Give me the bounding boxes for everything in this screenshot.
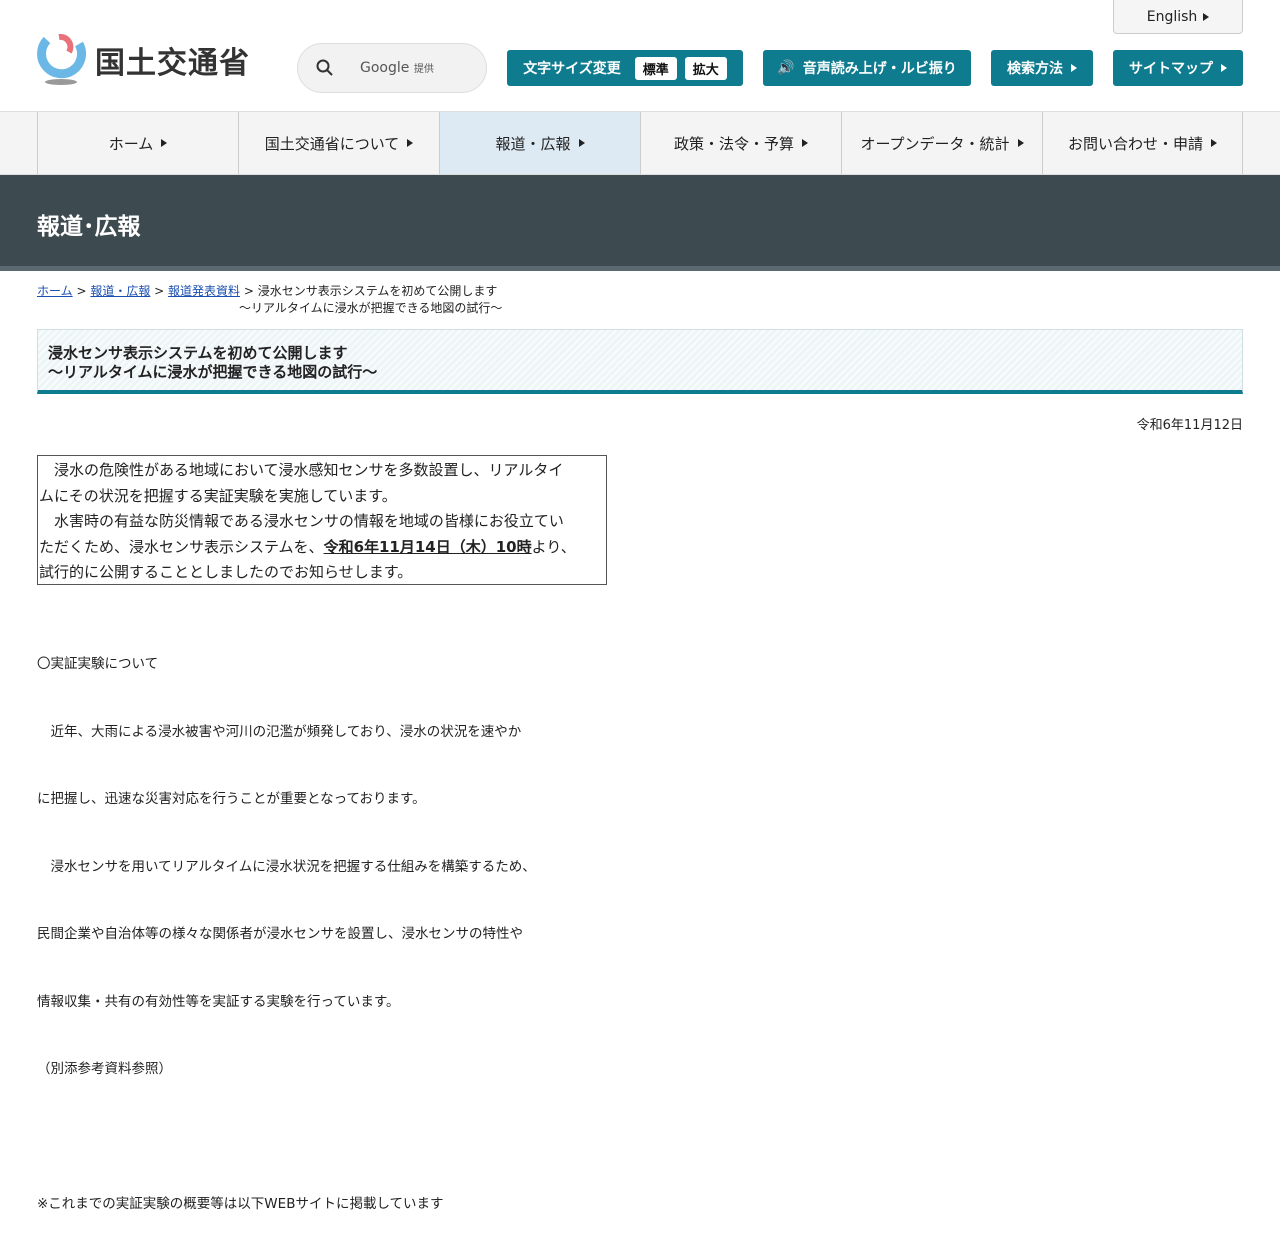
search-box[interactable]: Google 提供 — [297, 43, 487, 93]
title-line2: ～リアルタイムに浸水が把握できる地図の試行～ — [48, 363, 378, 381]
title-line1: 浸水センサ表示システムを初めて公開します — [48, 344, 348, 362]
global-nav: ホーム 国土交通省について 報道・広報 政策・法令・予算 オープンデータ・統計 … — [0, 111, 1280, 175]
breadcrumb-current: 浸水センサ表示システムを初めて公開します — [257, 284, 498, 298]
speech-label: 音声読み上げ・ルビ振り — [802, 61, 957, 77]
font-size-label: 文字サイズ変更 — [523, 61, 621, 77]
nav-home[interactable]: ホーム — [37, 112, 238, 174]
nav-label: 政策・法令・予算 — [673, 134, 794, 153]
lead-text: 浸水の危険性がある地域において浸水感知センサを多数設置し、リアルタイ — [39, 461, 564, 479]
arrow-right-icon — [1071, 64, 1077, 72]
search-method-button[interactable]: 検索方法 — [991, 50, 1093, 86]
nav-about[interactable]: 国土交通省について — [238, 112, 439, 174]
lead-text: 水害時の有益な防災情報である浸水センサの情報を地域の皆様にお役立てい — [39, 512, 564, 531]
arrow-right-icon — [1221, 64, 1227, 72]
provided-label: 提供 — [413, 64, 434, 75]
section-banner: 報道･広報 — [0, 175, 1280, 271]
nav-label: 国土交通省について — [264, 134, 400, 153]
lead-text: ムにその状況を把握する実証実験を実施しています。 — [39, 486, 397, 505]
font-size-control: 文字サイズ変更 標準 拡大 — [507, 50, 743, 86]
arrow-right-icon — [578, 139, 585, 147]
nav-policy[interactable]: 政策・法令・予算 — [640, 112, 841, 174]
font-standard-button[interactable]: 標準 — [634, 56, 677, 80]
breadcrumb-releases[interactable]: 報道発表資料 — [168, 284, 240, 298]
arrow-right-icon — [1211, 139, 1217, 147]
body-line: 近年、大雨による浸水被害や河川の氾濫が頻発しており、浸水の状況を速やか — [37, 723, 522, 740]
nav-contact[interactable]: お問い合わせ・申請 — [1042, 112, 1243, 174]
lead-date-emphasis: 令和6年11月14日（木）10時 — [323, 537, 532, 556]
mlit-logo[interactable]: 国土交通省 — [37, 33, 250, 86]
page-title: 浸水センサ表示システムを初めて公開します ～リアルタイムに浸水が把握できる地図の… — [37, 329, 1243, 394]
english-label: English — [1146, 8, 1198, 25]
body-line: 〇実証実験について — [37, 656, 159, 672]
body-line: に把握し、迅速な災害対応を行うことが重要となっております。 — [37, 791, 426, 807]
lead-text: より、 — [531, 537, 576, 556]
lead-text: ただくため、浸水センサ表示システムを、 — [39, 537, 324, 556]
search-icon — [316, 59, 333, 76]
arrow-right-icon — [1017, 139, 1024, 147]
body-line: ※これまでの実証実験の概要等は以下WEBサイトに掲載しています — [37, 1196, 444, 1212]
english-link[interactable]: English — [1113, 0, 1243, 34]
arrow-right-icon — [407, 139, 414, 147]
nav-press[interactable]: 報道・広報 — [439, 112, 640, 174]
logo-text: 国土交通省 — [95, 46, 250, 81]
lead-text: 試行的に公開することとしましたのでお知らせします。 — [39, 563, 413, 582]
nav-opendata[interactable]: オープンデータ・統計 — [841, 112, 1042, 174]
nav-label: ホーム — [108, 134, 154, 153]
breadcrumb-press[interactable]: 報道・広報 — [90, 284, 150, 298]
google-label: Google — [360, 60, 410, 76]
nav-label: お問い合わせ・申請 — [1067, 134, 1203, 153]
publish-date: 令和6年11月12日 — [1136, 418, 1243, 433]
body-line: 民間企業や自治体等の様々な関係者が浸水センサを設置し、浸水センサの特性や — [37, 926, 523, 942]
search-method-label: 検索方法 — [1007, 61, 1063, 77]
body-text: 〇実証実験について 近年、大雨による浸水被害や河川の氾濫が頻発しており、浸水の状… — [37, 608, 536, 1238]
lead-box: 浸水の危険性がある地域において浸水感知センサを多数設置し、リアルタイ ムにその状… — [37, 455, 607, 585]
sitemap-label: サイトマップ — [1129, 61, 1213, 77]
speech-button[interactable]: 🔊 音声読み上げ・ルビ振り — [763, 50, 971, 86]
breadcrumb-home[interactable]: ホーム — [37, 284, 73, 298]
sitemap-button[interactable]: サイトマップ — [1113, 50, 1243, 86]
body-line — [37, 1126, 536, 1149]
body-line: （別添参考資料参照） — [37, 1061, 172, 1077]
breadcrumb-current-sub: ～リアルタイムに浸水が把握できる地図の試行～ — [239, 301, 503, 315]
nav-label: 報道・広報 — [495, 134, 571, 153]
logo-mark-icon — [37, 33, 87, 86]
breadcrumb: ホーム > 報道・広報 > 報道発表資料 > 浸水センサ表示システムを初めて公開… — [37, 284, 503, 315]
speaker-icon: 🔊 — [777, 60, 795, 76]
body-line: 浸水センサを用いてリアルタイムに浸水状況を把握する仕組みを構築するため、 — [37, 858, 536, 875]
body-line: 情報収集・共有の有効性等を実証する実験を行っています。 — [37, 993, 400, 1010]
font-large-button[interactable]: 拡大 — [684, 56, 727, 80]
arrow-right-icon — [1203, 12, 1210, 21]
arrow-right-icon — [802, 139, 808, 147]
nav-label: オープンデータ・統計 — [860, 134, 1010, 153]
arrow-right-icon — [161, 139, 168, 147]
